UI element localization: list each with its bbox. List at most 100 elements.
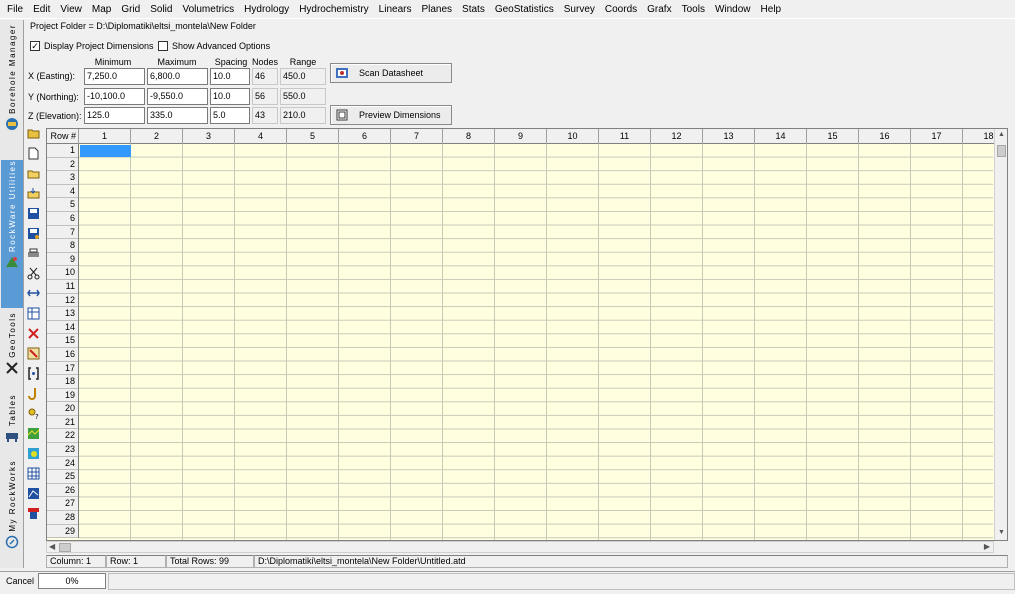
row-header[interactable]: 11 [47,280,78,294]
menu-coords[interactable]: Coords [600,0,642,19]
datasheet-grid[interactable]: Row # 1 2 3 4 5 6 7 8 9 10 11 12 13 14 15 16 17 18 123456… [46,128,1008,541]
tab-geotools[interactable]: GeoTools [1,312,23,390]
horizontal-scroll-thumb[interactable] [59,543,71,552]
query-icon[interactable]: ? [27,407,40,421]
row-header[interactable]: 24 [47,457,78,471]
exit-icon[interactable] [27,507,40,520]
menu-solid[interactable]: Solid [145,0,177,19]
column-header[interactable]: 11 [599,129,651,144]
grid-icon[interactable] [27,467,40,480]
row-header[interactable]: 5 [47,198,78,212]
row-header[interactable]: 16 [47,348,78,362]
menu-map[interactable]: Map [87,0,116,19]
row-header[interactable]: 19 [47,389,78,403]
open-file-icon[interactable] [27,167,40,180]
cut-icon[interactable] [27,267,40,280]
scan-datasheet-button[interactable]: Scan Datasheet [330,63,452,83]
row-header[interactable]: 10 [47,266,78,280]
map-icon[interactable] [27,427,40,440]
cell-area[interactable] [79,144,993,540]
row-header[interactable]: 2 [47,158,78,172]
import-icon[interactable] [27,187,40,200]
horizontal-scrollbar[interactable]: ◀ ▶ [46,541,994,553]
menu-geostatistics[interactable]: GeoStatistics [490,0,559,19]
table-edit-icon[interactable] [27,307,40,320]
menu-tools[interactable]: Tools [677,0,710,19]
column-header[interactable]: 12 [651,129,703,144]
menu-edit[interactable]: Edit [28,0,55,19]
profile-icon[interactable] [27,487,40,500]
row-header[interactable]: 22 [47,429,78,444]
y-minimum-field[interactable]: -10,100.0 [84,88,145,105]
row-header[interactable]: 13 [47,307,78,321]
row-header[interactable]: 20 [47,402,78,416]
show-advanced-check-box[interactable] [158,41,168,51]
column-header[interactable]: 17 [911,129,963,144]
selected-cell[interactable] [80,145,131,157]
menu-planes[interactable]: Planes [416,0,457,19]
print-icon[interactable] [27,247,40,260]
row-header[interactable]: 29 [47,525,78,539]
y-maximum-field[interactable]: -9,550.0 [147,88,208,105]
display-dimensions-checkbox[interactable]: ✓ Display Project Dimensions [30,41,154,51]
tab-borehole-manager[interactable]: Borehole Manager [1,24,23,156]
row-header[interactable]: 23 [47,443,78,457]
row-header[interactable]: 6 [47,212,78,226]
row-header[interactable]: 15 [47,334,78,348]
save-as-icon[interactable] [27,227,40,240]
preview-dimensions-button[interactable]: Preview Dimensions [330,105,452,125]
row-header[interactable]: 25 [47,470,78,484]
column-header[interactable]: 13 [703,129,755,144]
menu-view[interactable]: View [55,0,87,19]
row-header[interactable]: 9 [47,253,78,267]
menu-window[interactable]: Window [710,0,756,19]
column-header[interactable]: 14 [755,129,807,144]
cancel-button[interactable]: Cancel [0,573,38,590]
menu-volumetrics[interactable]: Volumetrics [177,0,239,19]
delete-icon[interactable] [27,327,40,340]
menu-grafx[interactable]: Grafx [642,0,676,19]
column-header[interactable]: 6 [339,129,391,144]
scroll-left-icon[interactable]: ◀ [49,542,55,551]
column-header[interactable]: 2 [131,129,183,144]
bracket-icon[interactable] [27,367,40,380]
new-file-icon[interactable] [27,147,40,160]
row-header[interactable]: 17 [47,362,78,376]
menu-hydrology[interactable]: Hydrology [239,0,294,19]
column-header[interactable]: 15 [807,129,859,144]
scroll-up-icon[interactable]: ▲ [997,131,1006,140]
column-header[interactable]: 10 [547,129,599,144]
vertical-scrollbar[interactable]: ▲ ▼ [994,129,1007,540]
column-header[interactable]: 5 [287,129,339,144]
menu-survey[interactable]: Survey [559,0,600,19]
open-folder-icon[interactable] [27,127,40,140]
column-header[interactable]: 4 [235,129,287,144]
x-minimum-field[interactable]: 7,250.0 [84,68,145,85]
show-advanced-checkbox[interactable]: Show Advanced Options [158,41,270,51]
menu-hydrochemistry[interactable]: Hydrochemistry [294,0,373,19]
column-header[interactable]: 8 [443,129,495,144]
display-dimensions-check-box[interactable]: ✓ [30,41,40,51]
row-header[interactable]: 21 [47,416,78,430]
y-spacing-field[interactable]: 10.0 [210,88,250,105]
row-header[interactable]: 4 [47,185,78,199]
row-header[interactable]: 7 [47,226,78,240]
x-spacing-field[interactable]: 10.0 [210,68,250,85]
z-spacing-field[interactable]: 5.0 [210,107,250,124]
column-header[interactable]: 3 [183,129,235,144]
z-maximum-field[interactable]: 335.0 [147,107,208,124]
menu-file[interactable]: File [2,0,28,19]
z-minimum-field[interactable]: 125.0 [84,107,145,124]
row-header[interactable]: 14 [47,321,78,335]
row-header[interactable]: 27 [47,497,78,512]
column-header[interactable]: 1 [79,129,131,144]
row-header[interactable]: 28 [47,511,78,525]
x-maximum-field[interactable]: 6,800.0 [147,68,208,85]
scroll-down-icon[interactable]: ▼ [997,529,1006,538]
row-header[interactable]: 3 [47,171,78,185]
column-header[interactable]: 16 [859,129,911,144]
menu-linears[interactable]: Linears [374,0,417,19]
transpose-icon[interactable] [27,287,40,300]
column-header[interactable]: 7 [391,129,443,144]
column-header[interactable]: 9 [495,129,547,144]
